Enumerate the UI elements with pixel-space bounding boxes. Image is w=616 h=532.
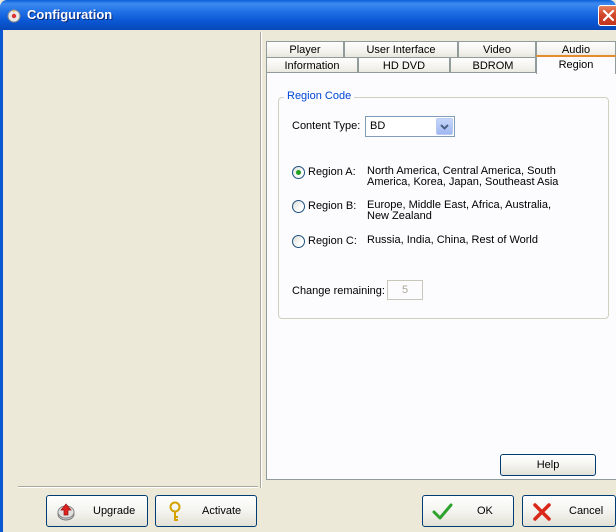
chevron-down-icon[interactable] — [436, 118, 453, 135]
region-b-radio[interactable] — [292, 200, 305, 213]
left-separator — [18, 486, 258, 488]
tab-user-interface[interactable]: User Interface — [344, 41, 458, 58]
region-c-radio[interactable] — [292, 235, 305, 248]
close-icon — [602, 9, 615, 22]
radio-selected-dot — [296, 170, 301, 175]
upgrade-label: Upgrade — [93, 505, 136, 517]
content-type-value: BD — [370, 120, 386, 132]
tab-video[interactable]: Video — [458, 41, 536, 58]
region-a-radio[interactable] — [292, 166, 305, 179]
window-title: Configuration — [27, 7, 113, 22]
region-c-desc-line1: Russia, India, China, Rest of World — [367, 234, 538, 246]
tab-player[interactable]: Player — [266, 41, 344, 58]
change-remaining-field: 5 — [387, 280, 423, 300]
region-b-label: Region B: — [308, 200, 357, 212]
tab-region[interactable]: Region — [536, 55, 616, 74]
ok-label: OK — [477, 505, 493, 517]
app-icon — [6, 7, 22, 23]
region-a-desc-line2: America, Korea, Japan, Southeast Asia — [367, 176, 559, 188]
close-button[interactable] — [598, 5, 616, 26]
checkmark-icon — [431, 501, 453, 523]
activate-label: Activate — [202, 505, 242, 517]
content-type-label: Content Type: — [292, 120, 361, 132]
window-frame — [0, 30, 3, 532]
region-c-label: Region C: — [308, 235, 357, 247]
region-a-label: Region A: — [308, 166, 356, 178]
upgrade-icon — [55, 501, 77, 523]
region-b-desc-line2: New Zealand — [367, 210, 432, 222]
cancel-label: Cancel — [569, 505, 604, 517]
group-title: Region Code — [284, 90, 355, 102]
pane-divider — [260, 32, 262, 488]
key-icon — [164, 501, 186, 523]
change-remaining-label: Change remaining: — [292, 285, 385, 297]
activate-button[interactable]: Activate — [155, 495, 257, 527]
upgrade-button[interactable]: Upgrade — [46, 495, 148, 527]
title-bar[interactable]: Configuration — [0, 0, 616, 30]
help-button[interactable]: Help — [500, 454, 596, 476]
ok-button[interactable]: OK — [422, 495, 514, 527]
cancel-button[interactable]: Cancel — [522, 495, 616, 527]
content-type-select[interactable]: BD — [365, 116, 455, 137]
left-pane — [4, 32, 259, 485]
cancel-x-icon — [531, 501, 553, 523]
